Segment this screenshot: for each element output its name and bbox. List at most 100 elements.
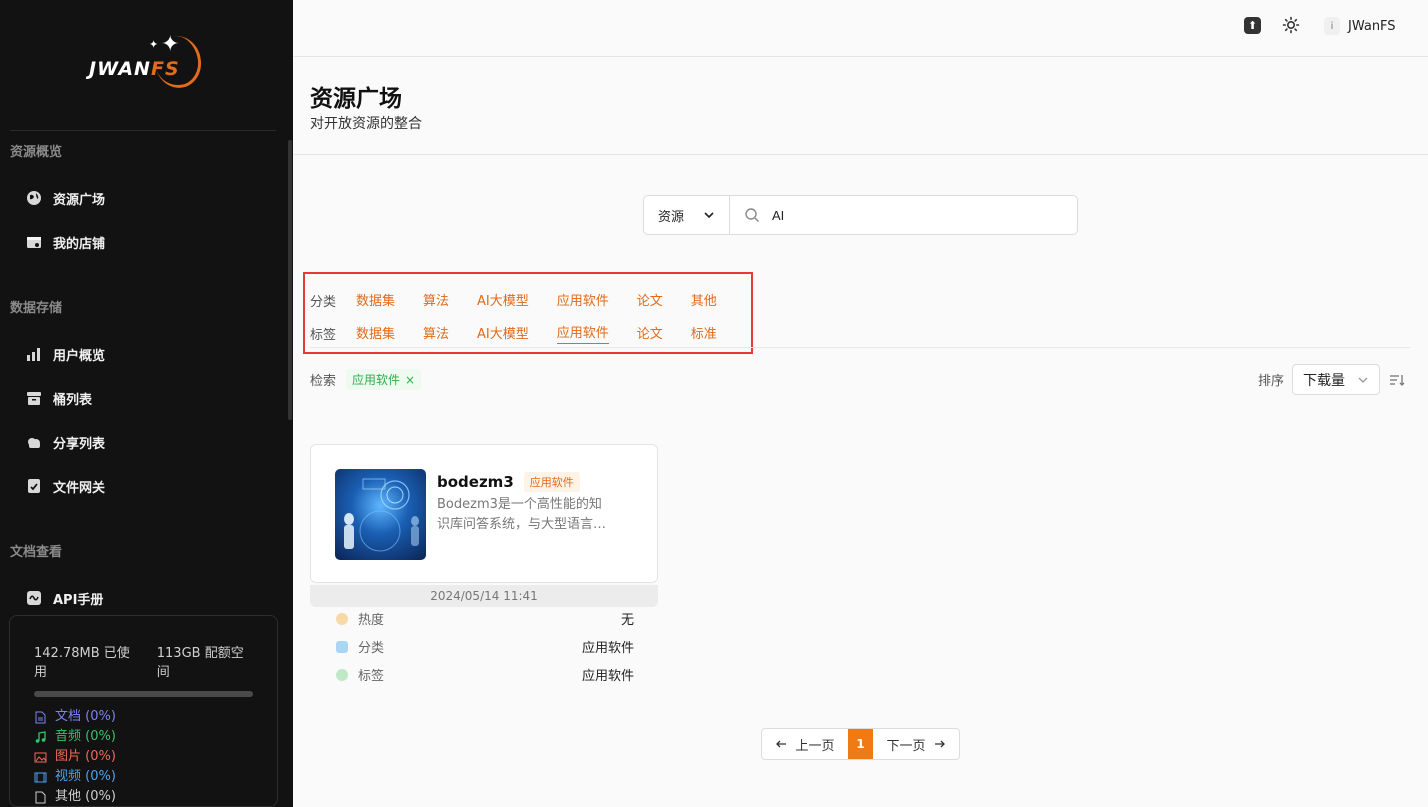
sidebar-item-resource-square[interactable]: 资源广场 (25, 186, 105, 210)
api-icon (25, 589, 43, 607)
tag-option-app-software[interactable]: 应用软件 (556, 322, 609, 344)
category-option-other[interactable]: 其他 (691, 290, 717, 311)
upload-icon[interactable]: ⬆ (1244, 17, 1261, 34)
sidebar-item-label: 文件网关 (53, 480, 106, 496)
page-number-current[interactable]: 1 (848, 729, 873, 759)
storage-type-images: 图片 (0%) (34, 747, 253, 767)
flame-icon (336, 612, 348, 625)
music-icon (35, 730, 46, 743)
search-field (730, 196, 1077, 234)
jwanfs-logo[interactable]: ✦ ✦ JWANFS (85, 32, 206, 92)
document-icon (35, 711, 46, 723)
next-page-button[interactable]: 下一页 (873, 729, 959, 759)
resource-meta-category: 分类 应用软件 (336, 637, 634, 656)
prev-page-button[interactable]: 上一页 (762, 729, 848, 759)
storage-type-video: 视频 (0%) (34, 767, 253, 787)
storage-used: 142.78MB 已使用 (34, 646, 130, 680)
category-option-app-software[interactable]: 应用软件 (557, 290, 609, 311)
sidebar-item-label: 分享列表 (53, 436, 106, 452)
section-title-storage: 数据存储 (10, 301, 63, 316)
resource-meta-tag: 标签 应用软件 (336, 665, 634, 684)
globe-icon (25, 189, 43, 207)
sidebar: ✦ ✦ JWANFS 资源概览 资源广场 我的店铺 数据存储 用户概览 桶列表 … (0, 0, 293, 807)
store-icon (25, 233, 43, 251)
section-title-docs: 文档查看 (10, 545, 63, 560)
resource-date: 2024/05/14 11:41 (310, 585, 658, 607)
sort-control: 排序 下载量 (1258, 364, 1406, 395)
chevron-down-icon (704, 212, 714, 219)
active-filter-chip: 应用软件 × (346, 369, 422, 390)
logo-text: JWANFS (89, 58, 180, 80)
shield-check-icon (25, 477, 43, 495)
tag-option-algorithm[interactable]: 算法 (423, 323, 449, 344)
active-search-label: 检索 (310, 374, 337, 389)
sidebar-item-user-overview[interactable]: 用户概览 (25, 342, 105, 366)
close-icon[interactable]: × (405, 373, 415, 387)
section-title-overview: 资源概览 (10, 145, 63, 160)
resource-card[interactable]: bodezm3 应用软件 Bodezm3是一个高性能的知 识库问答系统，与大型语… (310, 444, 658, 583)
sidebar-item-api-manual[interactable]: API手册 (25, 586, 103, 610)
chevron-down-icon (1358, 377, 1368, 383)
tag-option-paper[interactable]: 论文 (637, 323, 663, 344)
search-type-select[interactable]: 资源 (644, 196, 730, 234)
sidebar-item-label: 我的店铺 (53, 236, 106, 252)
sparkle-small-icon: ✦ (149, 38, 159, 51)
storage-type-audio: 音频 (0%) (34, 727, 253, 747)
user-menu[interactable]: i JWanFS (1324, 17, 1396, 35)
sidebar-item-share-list[interactable]: 分享列表 (25, 430, 105, 454)
cloud-icon (25, 433, 43, 451)
filter-divider (310, 347, 1410, 348)
image-icon (34, 752, 47, 762)
search-icon (745, 208, 759, 222)
sidebar-item-my-store[interactable]: 我的店铺 (25, 230, 105, 254)
sidebar-item-label: 桶列表 (53, 392, 93, 408)
sort-value: 下载量 (1303, 372, 1346, 389)
storage-quota: 113GB 配额空间 (156, 646, 244, 680)
arrow-left-icon (776, 740, 787, 748)
storage-type-documents: 文档 (0%) (34, 707, 253, 727)
storage-type-other: 其他 (0%) (34, 787, 253, 807)
page-header: 资源广场 对开放资源的整合 (293, 57, 1428, 155)
sidebar-item-label: 用户概览 (53, 348, 106, 364)
bar-chart-icon (25, 345, 43, 363)
category-filter-row: 分类 数据集 算法 AI大模型 应用软件 论文 其他 (310, 290, 745, 311)
archive-icon (25, 389, 43, 407)
category-option-ai-model[interactable]: AI大模型 (477, 290, 529, 311)
sort-label: 排序 (1258, 374, 1285, 389)
username: JWanFS (1348, 18, 1396, 34)
tag-option-ai-model[interactable]: AI大模型 (477, 323, 529, 344)
category-filter-label: 分类 (310, 295, 337, 310)
resource-description: Bodezm3是一个高性能的知 识库问答系统，与大型语言… (437, 497, 607, 532)
tag-filter-label: 标签 (310, 327, 337, 343)
sort-order-icon[interactable] (1388, 371, 1406, 389)
sidebar-divider (10, 130, 276, 131)
search-bar: 资源 (643, 195, 1078, 235)
sort-select[interactable]: 下载量 (1292, 364, 1381, 395)
category-option-paper[interactable]: 论文 (637, 290, 663, 311)
cube-icon (336, 640, 348, 653)
resource-meta-heat: 热度 无 (336, 609, 634, 628)
resource-thumbnail (335, 469, 426, 560)
resource-title-row: bodezm3 应用软件 (437, 472, 580, 492)
tag-option-standard[interactable]: 标准 (691, 323, 717, 344)
sidebar-item-file-gateway[interactable]: 文件网关 (25, 474, 105, 498)
file-icon (35, 791, 46, 803)
arrow-right-icon (934, 740, 945, 748)
storage-panel: 142.78MB 已使用 113GB 配额空间 文档 (0%) 音频 (0%) … (9, 615, 278, 807)
storage-progress-bar (34, 691, 253, 697)
page-title: 资源广场 (310, 86, 402, 112)
page-subtitle: 对开放资源的整合 (310, 116, 422, 132)
category-option-dataset[interactable]: 数据集 (356, 290, 395, 311)
sun-icon[interactable] (1282, 16, 1300, 34)
resource-name[interactable]: bodezm3 (437, 473, 514, 491)
tag-icon (336, 668, 348, 681)
chip-label: 应用软件 (352, 373, 401, 387)
sidebar-item-bucket-list[interactable]: 桶列表 (25, 386, 92, 410)
search-input[interactable] (772, 207, 1052, 223)
sidebar-scrollbar[interactable] (288, 140, 292, 420)
pagination: 上一页 1 下一页 (761, 728, 960, 760)
category-option-algorithm[interactable]: 算法 (423, 290, 449, 311)
storage-type-list: 文档 (0%) 音频 (0%) 图片 (0%) 视频 (0%) 其他 (0%) (34, 707, 253, 807)
avatar: i (1324, 17, 1340, 35)
tag-option-dataset[interactable]: 数据集 (356, 323, 395, 344)
